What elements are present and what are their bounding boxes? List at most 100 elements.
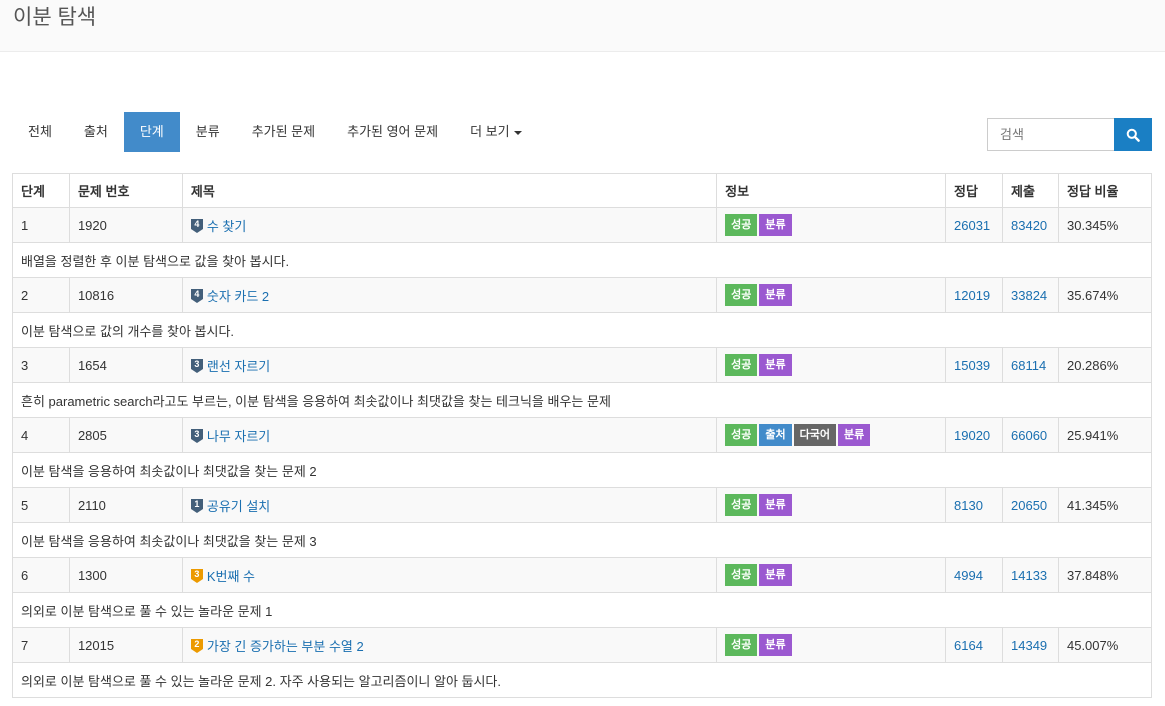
- problem-title-link[interactable]: 공유기 설치: [207, 499, 270, 514]
- accepted-link[interactable]: 19020: [954, 428, 990, 443]
- description-row: 의외로 이분 탐색으로 풀 수 있는 놀라운 문제 2. 자주 사용되는 알고리…: [12, 662, 1152, 698]
- category-badge[interactable]: 분류: [759, 354, 792, 376]
- search-form: [987, 118, 1152, 151]
- tab-label: 추가된 영어 문제: [347, 124, 439, 139]
- problem-table: 단계 문제 번호 제목 정보 정답 제출 정답 비율 1 1920 4 수 찾기 성공 분…: [12, 173, 1153, 698]
- success-badge[interactable]: 성공: [725, 564, 758, 586]
- cell-problem-id: 1300: [68, 557, 183, 593]
- category-badge[interactable]: 분류: [759, 284, 792, 306]
- category-badge[interactable]: 분류: [759, 214, 792, 236]
- description-row: 배열을 정렬한 후 이분 탐색으로 값을 찾아 봅시다.: [12, 242, 1152, 278]
- success-badge[interactable]: 성공: [725, 214, 758, 236]
- tab-label: 단계: [139, 124, 164, 139]
- submissions-link[interactable]: 20650: [1011, 498, 1047, 513]
- accepted-link[interactable]: 6164: [954, 638, 983, 653]
- submissions-link[interactable]: 14349: [1011, 638, 1047, 653]
- success-badge[interactable]: 성공: [725, 634, 758, 656]
- tier-number: 4: [194, 218, 200, 229]
- problem-title-link[interactable]: 가장 긴 증가하는 부분 수열 2: [207, 639, 364, 654]
- source-badge[interactable]: 출처: [759, 424, 792, 446]
- submissions-link[interactable]: 66060: [1011, 428, 1047, 443]
- tab-step[interactable]: 단계: [123, 112, 180, 152]
- tier-badge-icon: 3: [190, 568, 203, 583]
- cell-ratio: 45.007%: [1057, 627, 1153, 663]
- cell-info: 성공 분류: [716, 557, 947, 593]
- tab-more-dropdown[interactable]: 더 보기: [454, 112, 538, 152]
- column-header-accepted: 정답: [945, 173, 1003, 208]
- description-row: 흔히 parametric search라고도 부르는, 이분 탐색을 응용하여…: [12, 382, 1152, 418]
- problem-title-link[interactable]: 숫자 카드 2: [207, 289, 269, 304]
- problem-title-link[interactable]: 랜선 자르기: [207, 359, 270, 374]
- cell-ratio: 37.848%: [1057, 557, 1153, 593]
- problem-title-link[interactable]: 나무 자르기: [207, 429, 270, 444]
- column-header-problem-id: 문제 번호: [68, 173, 183, 208]
- category-badge[interactable]: 분류: [759, 494, 792, 516]
- cell-step: 6: [12, 557, 70, 593]
- cell-info: 성공 분류: [716, 347, 947, 383]
- cell-accepted: 6164: [945, 627, 1003, 663]
- cell-submissions: 83420: [1002, 207, 1059, 243]
- header-row: 단계 문제 번호 제목 정보 정답 제출 정답 비율: [12, 173, 1153, 208]
- cell-submissions: 14133: [1002, 557, 1059, 593]
- tab-category[interactable]: 분류: [180, 112, 236, 152]
- cell-info: 성공 분류: [716, 487, 947, 523]
- tab-all[interactable]: 전체: [12, 112, 68, 152]
- cell-ratio: 41.345%: [1057, 487, 1153, 523]
- cell-step: 5: [12, 487, 70, 523]
- cell-info: 성공 분류: [716, 627, 947, 663]
- multilingual-badge[interactable]: 다국어: [793, 424, 837, 446]
- problem-row: 6 1300 3 K번째 수 성공 분류 4994 14133 37.848%: [12, 557, 1153, 593]
- problem-row: 5 2110 1 공유기 설치 성공 분류 8130 20650 41.345%: [12, 487, 1153, 523]
- category-badge[interactable]: 분류: [759, 634, 792, 656]
- success-badge[interactable]: 성공: [725, 494, 758, 516]
- cell-accepted: 12019: [945, 277, 1003, 313]
- category-badge[interactable]: 분류: [759, 564, 792, 586]
- problem-description: 이분 탐색으로 값의 개수를 찾아 봅시다.: [12, 312, 1152, 348]
- problem-description: 의외로 이분 탐색으로 풀 수 있는 놀라운 문제 2. 자주 사용되는 알고리…: [12, 662, 1152, 698]
- cell-problem-id: 12015: [68, 627, 183, 663]
- submissions-link[interactable]: 14133: [1011, 568, 1047, 583]
- tab-added-problems[interactable]: 추가된 문제: [236, 112, 331, 152]
- accepted-link[interactable]: 4994: [954, 568, 983, 583]
- success-badge[interactable]: 성공: [725, 424, 758, 446]
- tab-added-english-problems[interactable]: 추가된 영어 문제: [331, 112, 454, 152]
- cell-step: 2: [12, 277, 70, 313]
- problem-row: 1 1920 4 수 찾기 성공 분류 26031 83420 30.345%: [12, 207, 1153, 243]
- cell-problem-id: 10816: [68, 277, 183, 313]
- submissions-link[interactable]: 33824: [1011, 288, 1047, 303]
- success-badge[interactable]: 성공: [725, 354, 758, 376]
- cell-title: 2 가장 긴 증가하는 부분 수열 2: [181, 627, 718, 663]
- cell-step: 7: [12, 627, 70, 663]
- cell-title: 3 랜선 자르기: [181, 347, 718, 383]
- search-input[interactable]: [987, 118, 1114, 151]
- submissions-link[interactable]: 83420: [1011, 218, 1047, 233]
- problem-description: 배열을 정렬한 후 이분 탐색으로 값을 찾아 봅시다.: [12, 242, 1152, 278]
- column-header-step: 단계: [12, 173, 70, 208]
- cell-submissions: 14349: [1002, 627, 1059, 663]
- category-badge[interactable]: 분류: [838, 424, 871, 446]
- tab-source[interactable]: 출처: [68, 112, 124, 152]
- success-badge[interactable]: 성공: [725, 284, 758, 306]
- cell-step: 3: [12, 347, 70, 383]
- search-icon: [1126, 128, 1140, 142]
- accepted-link[interactable]: 12019: [954, 288, 990, 303]
- problem-title-link[interactable]: K번째 수: [207, 569, 255, 584]
- problem-description: 의외로 이분 탐색으로 풀 수 있는 놀라운 문제 1: [12, 592, 1152, 628]
- cell-problem-id: 1654: [68, 347, 183, 383]
- accepted-link[interactable]: 26031: [954, 218, 990, 233]
- problem-title-link[interactable]: 수 찾기: [207, 219, 247, 234]
- cell-submissions: 68114: [1002, 347, 1059, 383]
- cell-ratio: 25.941%: [1057, 417, 1153, 453]
- problem-row: 4 2805 3 나무 자르기 성공 출처 다국어 분류 19020 66060 25.941%: [12, 417, 1153, 453]
- accepted-link[interactable]: 15039: [954, 358, 990, 373]
- cell-problem-id: 2805: [68, 417, 183, 453]
- search-button[interactable]: [1114, 118, 1152, 151]
- tab-label: 더 보기: [470, 124, 510, 139]
- problem-description: 이분 탐색을 응용하여 최솟값이나 최댓값을 찾는 문제 2: [12, 452, 1152, 488]
- column-header-submissions: 제출: [1002, 173, 1059, 208]
- description-row: 이분 탐색으로 값의 개수를 찾아 봅시다.: [12, 312, 1152, 348]
- cell-accepted: 4994: [945, 557, 1003, 593]
- accepted-link[interactable]: 8130: [954, 498, 983, 513]
- submissions-link[interactable]: 68114: [1011, 358, 1046, 373]
- cell-problem-id: 1920: [68, 207, 183, 243]
